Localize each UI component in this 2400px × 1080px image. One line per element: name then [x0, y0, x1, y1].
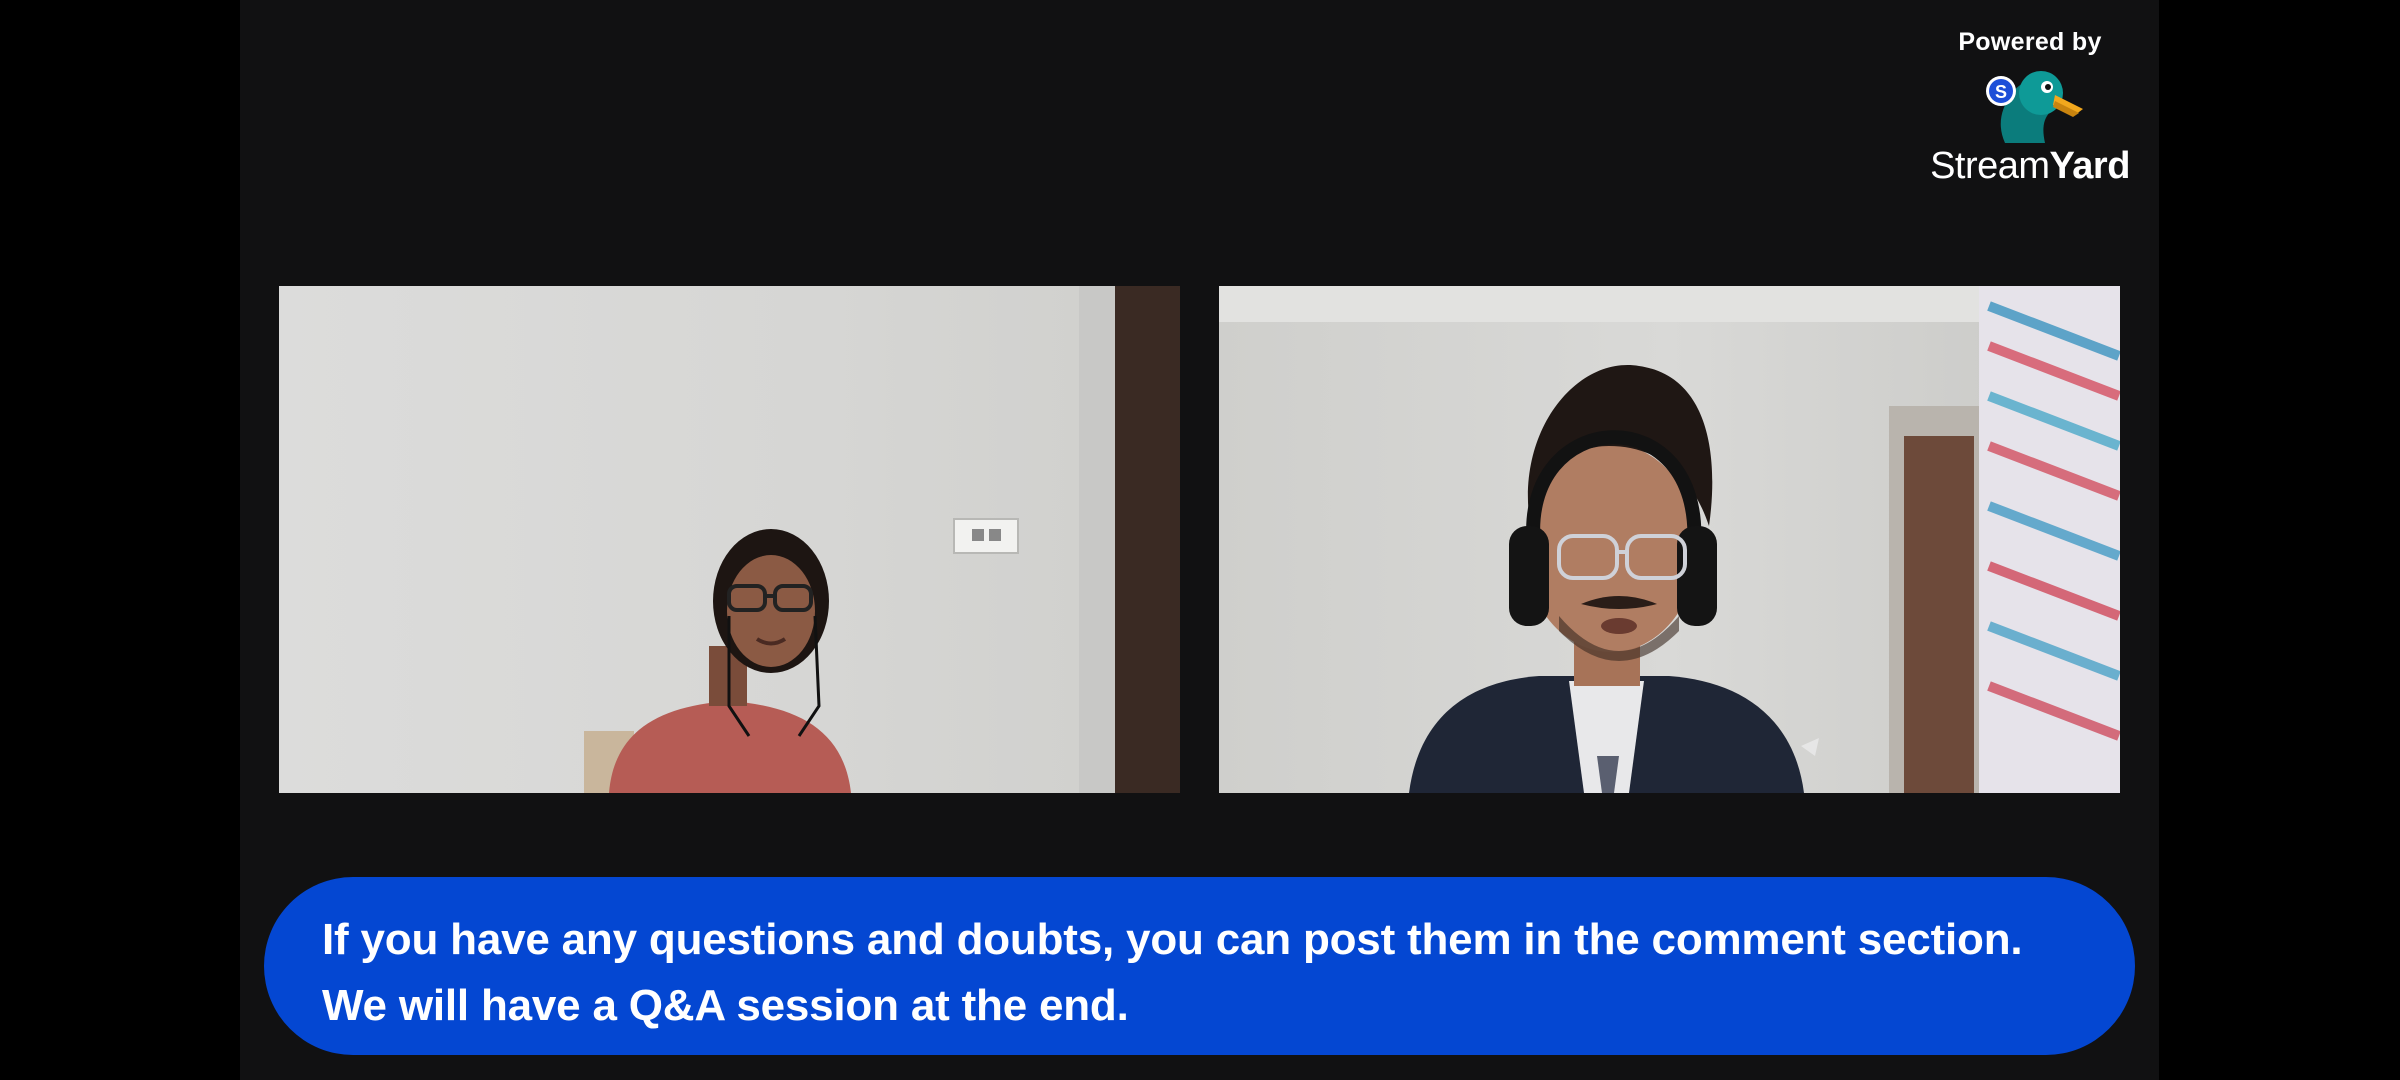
wordmark-regular: Stream: [1930, 145, 2050, 187]
logo-badge-letter: S: [1995, 82, 2007, 102]
participant-video-host[interactable]: [1219, 286, 2120, 793]
streamyard-wordmark: StreamYard: [1920, 145, 2140, 188]
streamyard-duck-icon: S: [1986, 71, 2083, 143]
powered-by-label: Powered by: [1958, 28, 2102, 56]
participant-video-guest[interactable]: [279, 286, 1180, 793]
streamyard-branding: Powered by S StreamYard: [1920, 24, 2140, 194]
broadcast-stage: Powered by S StreamYard If you have any …: [240, 0, 2159, 1080]
participant-video-icon: [279, 286, 1180, 793]
banner-text: If you have any questions and doubts, yo…: [322, 915, 2023, 1030]
participant-video-icon: [1219, 286, 2120, 793]
caption-banner: If you have any questions and doubts, yo…: [264, 877, 2135, 1055]
wordmark-bold: Yard: [2049, 145, 2131, 187]
